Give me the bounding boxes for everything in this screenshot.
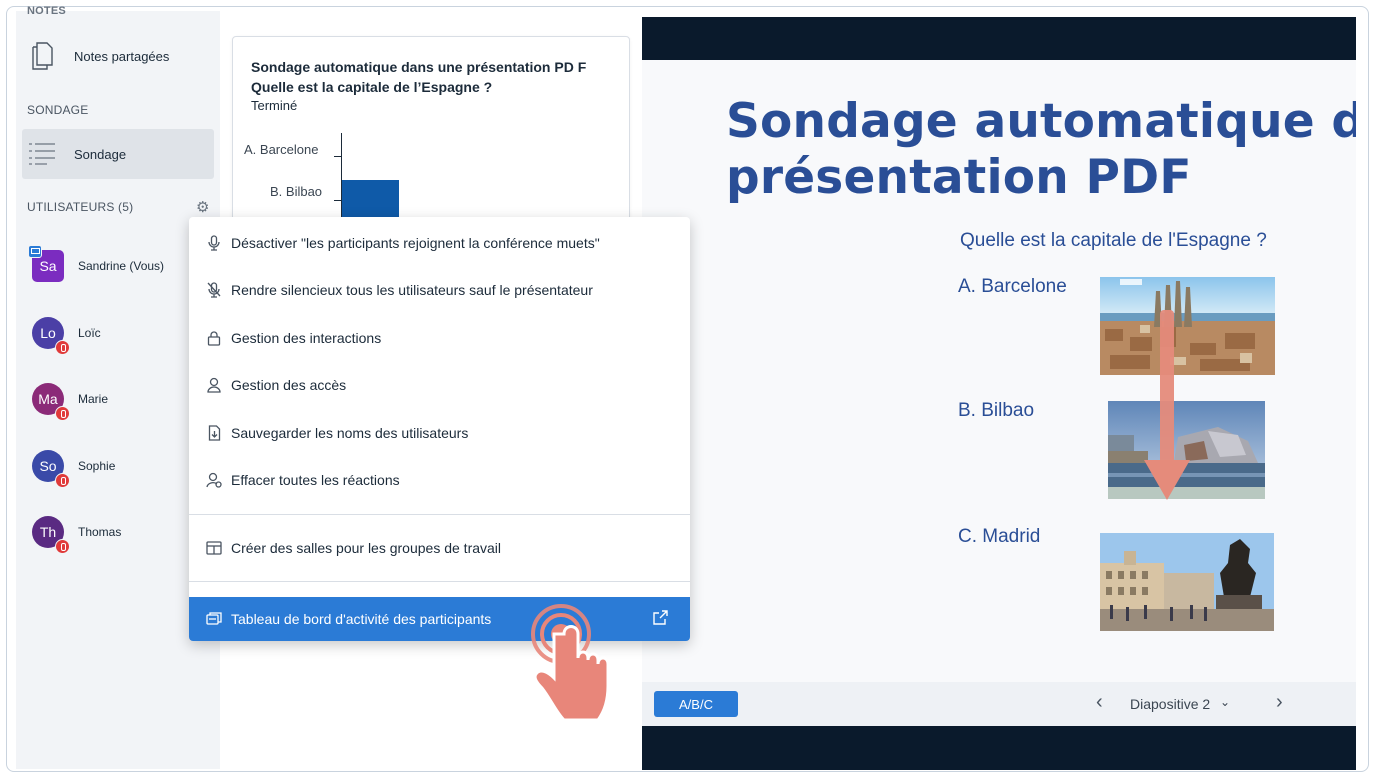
poll-title: Sondage automatique dans une présentatio…: [251, 59, 587, 95]
users-section-header: UTILISATEURS (5): [27, 200, 134, 214]
menu-item-activity-dashboard[interactable]: Tableau de bord d'activité des participa…: [189, 597, 690, 641]
breakout-rooms-icon: [205, 541, 223, 555]
poll-result-bar: [342, 180, 399, 220]
user-icon: [205, 377, 223, 393]
slide-selector[interactable]: Diapositive 2: [1130, 696, 1210, 712]
hand-pointer-icon: [518, 604, 614, 734]
user-list-item[interactable]: So Sophie: [32, 446, 116, 488]
avatar: So: [32, 450, 70, 488]
user-name: Sophie: [78, 459, 116, 473]
avatar: Lo: [32, 317, 70, 355]
next-slide-icon[interactable]: ›: [1276, 691, 1283, 714]
user-management-menu: Désactiver "les participants rejoignent …: [189, 217, 690, 641]
barcelona-photo: [1100, 277, 1275, 375]
sidebar-item-shared-notes[interactable]: Notes partagées: [22, 31, 214, 81]
menu-item-clear-reactions[interactable]: Effacer toutes les réactions: [189, 460, 690, 500]
quick-poll-button[interactable]: A/B/C: [654, 691, 738, 717]
slide-question: Quelle est la capitale de l'Espagne ?: [960, 230, 1267, 251]
poll-status: Terminé: [251, 98, 298, 113]
sidebar-item-poll[interactable]: Sondage: [22, 129, 214, 179]
external-link-icon: [653, 609, 668, 629]
user-list-item[interactable]: Ma Marie: [32, 379, 109, 421]
menu-divider: [189, 581, 690, 582]
presentation-bottom-bar: [642, 726, 1356, 770]
microphone-icon: [205, 235, 223, 251]
poll-option-label: A. Barcelone: [244, 142, 319, 157]
slide-option-b: B. Bilbao: [958, 400, 1035, 421]
user-name: Loïc: [78, 326, 101, 340]
notes-document-icon: [22, 42, 62, 70]
menu-item-manage-access[interactable]: Gestion des accès: [189, 365, 690, 405]
user-name: Thomas: [78, 525, 122, 539]
presentation-top-bar: [642, 17, 1356, 60]
avatar: Ma: [32, 383, 70, 421]
microphone-muted-icon: [55, 340, 70, 355]
sidebar-item-label: Sondage: [74, 146, 127, 162]
user-list-item[interactable]: Lo Loïc: [32, 313, 101, 355]
menu-divider: [189, 514, 690, 515]
notes-section-header: NOTES: [27, 5, 66, 17]
poll-tick: [334, 156, 341, 157]
poll-section-header: SONDAGE: [27, 103, 89, 117]
presentation-slide: Sondage automatique dan présentation PDF…: [642, 60, 1356, 682]
poll-option-label: B. Bilbao: [270, 184, 323, 199]
avatar: Sa: [28, 245, 64, 282]
gear-icon[interactable]: ⚙: [196, 198, 209, 216]
menu-item-mute-all-except-presenter[interactable]: Rendre silencieux tous les utilisateurs …: [189, 270, 690, 310]
menu-item-manage-interactions[interactable]: Gestion des interactions: [189, 318, 690, 358]
sidebar-item-label: Notes partagées: [74, 48, 170, 64]
poll-results-panel: Sondage automatique dans une présentatio…: [232, 36, 630, 237]
clear-reactions-icon: [205, 472, 223, 488]
chevron-down-icon[interactable]: ⌄: [1220, 695, 1230, 709]
user-name: Sandrine (Vous): [78, 259, 165, 273]
microphone-muted-icon: [205, 282, 223, 298]
microphone-muted-icon: [55, 473, 70, 488]
presentation-toolbar: A/B/C ‹ Diapositive 2 ⌄ ›: [642, 682, 1356, 726]
user-list-item[interactable]: Th Thomas: [32, 512, 122, 554]
slide-title: Sondage automatique dan présentation PDF: [726, 94, 1356, 205]
lock-icon: [205, 330, 223, 346]
download-file-icon: [205, 425, 223, 441]
avatar: Th: [32, 516, 70, 554]
slide-option-a: A. Barcelone: [958, 276, 1067, 297]
list-icon: [22, 141, 62, 167]
menu-item-disable-muted-join[interactable]: Désactiver "les participants rejoignent …: [189, 223, 690, 263]
presenter-icon: [28, 245, 42, 258]
slide-arrow-head: [1144, 460, 1190, 500]
previous-slide-icon[interactable]: ‹: [1096, 691, 1103, 714]
microphone-muted-icon: [55, 539, 70, 554]
user-name: Marie: [78, 392, 109, 406]
slide-option-c: C. Madrid: [958, 526, 1041, 547]
menu-item-save-user-names[interactable]: Sauvegarder les noms des utilisateurs: [189, 413, 690, 453]
menu-item-create-breakout-rooms[interactable]: Créer des salles pour les groupes de tra…: [189, 528, 690, 568]
dashboard-icon: [205, 612, 223, 626]
poll-tick: [334, 200, 341, 201]
microphone-muted-icon: [55, 406, 70, 421]
slide-arrow: [1160, 310, 1174, 470]
user-list-item[interactable]: Sa Sandrine (Vous): [28, 245, 165, 286]
madrid-photo: [1100, 533, 1274, 631]
